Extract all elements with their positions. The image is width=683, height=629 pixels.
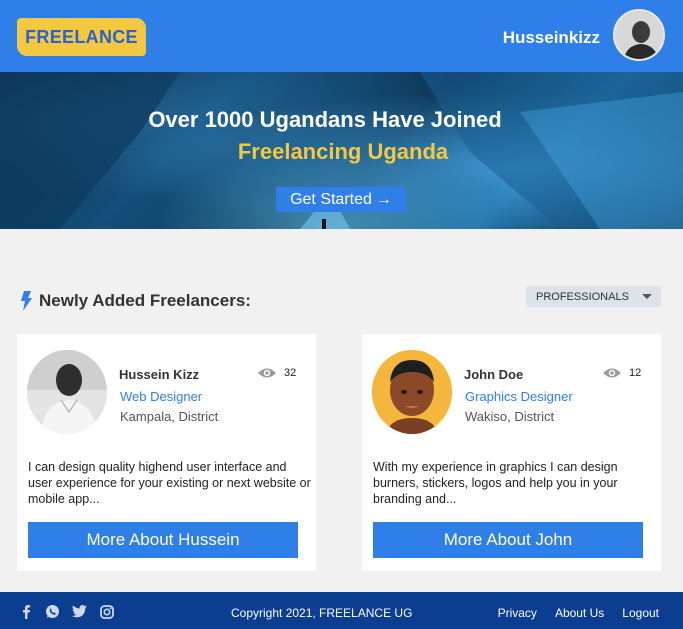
freelancer-card: John Doe 12 Graphics Designer Wakiso, Di… [362,334,661,571]
privacy-link[interactable]: Privacy [498,606,537,620]
caret-down-icon [642,294,652,299]
freelancer-location: Kampala, District [120,409,219,424]
facebook-icon[interactable] [18,604,33,619]
freelancer-photo [372,350,452,434]
freelancer-role: Graphics Designer [465,389,573,404]
more-about-button[interactable]: More About Hussein [28,522,298,558]
about-us-link[interactable]: About Us [555,606,604,620]
get-started-label: Get Started [290,190,372,208]
view-count: 12 [602,367,641,379]
footer-links: Privacy About Us Logout [498,606,659,620]
freelancer-description: I can design quality highend user interf… [28,460,311,506]
top-navbar: FREELANCE Husseinkizz [0,0,683,72]
footer: Copyright 2021, FREELANCE UG Privacy Abo… [0,592,683,629]
freelancer-name: Hussein Kizz [119,367,200,382]
eye-icon [603,368,621,378]
freelancer-photo [27,350,107,434]
get-started-button[interactable]: Get Started → [276,187,406,212]
more-about-button[interactable]: More About John [373,522,643,558]
lightning-bolt-icon [21,291,32,311]
copyright-text: Copyright 2021, FREELANCE UG [231,606,413,620]
twitter-icon[interactable] [72,604,87,619]
social-links [18,604,114,619]
hero-banner: Over 1000 Ugandans Have Joined Freelanci… [0,72,683,229]
section-title: Newly Added Freelancers: [39,291,251,310]
view-count-value: 12 [629,367,642,379]
section-heading: Newly Added Freelancers: [20,291,251,311]
freelancer-location: Wakiso, District [465,409,555,424]
user-avatar[interactable] [613,9,665,61]
view-count-value: 32 [284,367,297,379]
eye-icon [258,368,276,378]
logo[interactable]: FREELANCE [17,18,146,56]
whatsapp-icon[interactable] [45,604,60,619]
logout-link[interactable]: Logout [622,606,659,620]
freelancer-card: Hussein Kizz 32 Web Designer Kampala, Di… [17,334,316,571]
hero-title: Over 1000 Ugandans Have Joined [148,107,502,132]
hero-subtitle: Freelancing Uganda [237,139,449,164]
category-select-value: PROFESSIONALS [536,290,629,303]
category-select[interactable]: PROFESSIONALS [526,286,661,307]
freelancer-role: Web Designer [120,389,203,404]
username[interactable]: Husseinkizz [503,28,600,48]
freelancer-name: John Doe [464,367,524,382]
freelancer-description: With my experience in graphics I can des… [373,460,618,506]
arrow-right-icon: → [375,190,392,208]
instagram-icon[interactable] [99,604,114,619]
view-count: 32 [257,367,296,379]
user-avatar-photo [615,11,663,59]
